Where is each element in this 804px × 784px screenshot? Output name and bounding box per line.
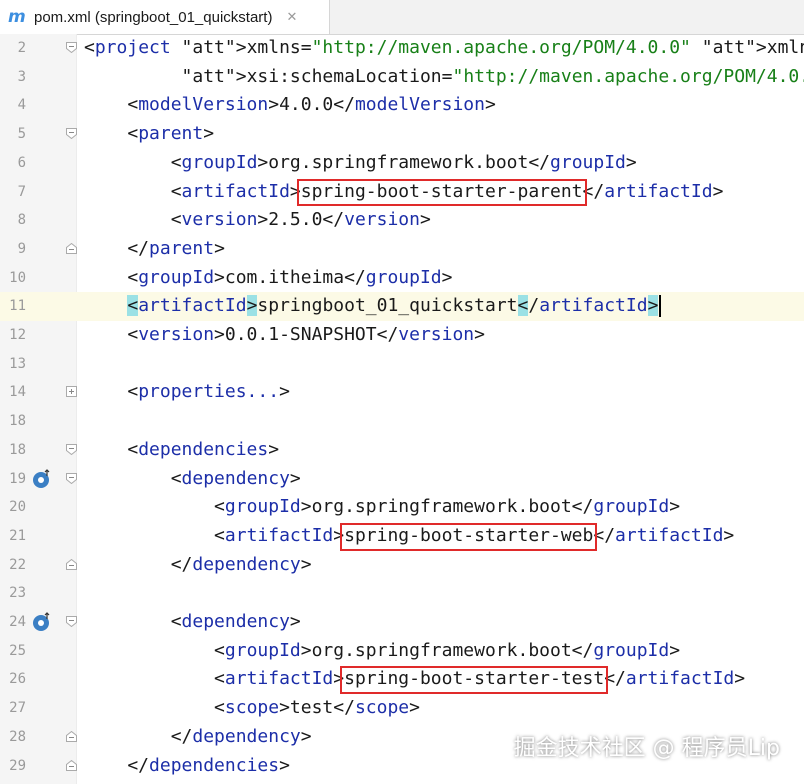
code-line[interactable]: 25 <groupId>org.springframework.boot</gr… xyxy=(0,637,804,666)
code-text: <project "att">xmlns="http://maven.apach… xyxy=(84,37,804,58)
line-number: 8 xyxy=(17,212,26,229)
line-number: 19 xyxy=(9,470,26,487)
code-text: <parent> xyxy=(84,123,215,145)
code-line[interactable]: 19 <dependency> xyxy=(0,465,804,494)
line-number: 25 xyxy=(9,642,26,659)
line-number: 3 xyxy=(17,68,26,85)
fold-icon[interactable] xyxy=(66,128,77,140)
code-text: <artifactId>spring-boot-starter-test</ar… xyxy=(84,668,746,690)
line-number: 26 xyxy=(9,671,26,688)
close-icon[interactable]: ✕ xyxy=(286,10,297,25)
code-line[interactable]: 27 <scope>test</scope> xyxy=(0,694,804,723)
code-line[interactable]: 7 <artifactId>spring-boot-starter-parent… xyxy=(0,178,804,207)
code-text: <dependency> xyxy=(84,611,301,632)
code-line[interactable]: 12 <version>0.0.1-SNAPSHOT</version> xyxy=(0,321,804,350)
line-number: 18 xyxy=(9,441,26,458)
line-number: 14 xyxy=(9,384,26,401)
code-line[interactable]: 6 <groupId>org.springframework.boot</gro… xyxy=(0,149,804,178)
line-number: 13 xyxy=(9,355,26,372)
code-text: <artifactId>spring-boot-starter-parent</… xyxy=(84,180,724,202)
fold-icon[interactable] xyxy=(66,558,77,570)
code-line[interactable]: 21 <artifactId>spring-boot-starter-web</… xyxy=(0,522,804,551)
code-line[interactable]: 13 xyxy=(0,350,804,379)
code-text: <groupId>org.springframework.boot</group… xyxy=(84,151,637,173)
code-editor[interactable]: 2 <project "att">xmlns="http://maven.apac… xyxy=(0,34,804,784)
line-number: 28 xyxy=(9,728,26,745)
line-number: 2 xyxy=(17,40,26,56)
line-number: 18 xyxy=(9,413,26,430)
line-number: 29 xyxy=(9,757,26,774)
code-line[interactable]: 8 <version>2.5.0</version> xyxy=(0,206,804,235)
code-text: <dependencies> xyxy=(84,438,280,460)
code-line[interactable]: 4 <modelVersion>4.0.0</modelVersion> xyxy=(0,91,804,120)
fold-icon[interactable] xyxy=(66,759,77,771)
line-number: 11 xyxy=(9,298,26,315)
code-text: <groupId>org.springframework.boot</group… xyxy=(84,639,681,661)
line-number: 6 xyxy=(17,154,26,171)
code-text: </dependency> xyxy=(84,553,312,575)
line-number: 10 xyxy=(9,269,26,286)
line-number: 23 xyxy=(9,585,26,602)
fold-icon[interactable] xyxy=(66,386,77,398)
code-line[interactable]: 14 <properties...> xyxy=(0,378,804,407)
code-line[interactable]: 10 <groupId>com.itheima</groupId> xyxy=(0,264,804,293)
code-text: <scope>test</scope> xyxy=(84,697,420,719)
maven-dependency-icon[interactable] xyxy=(32,468,52,489)
line-number: 20 xyxy=(9,499,26,516)
code-line[interactable]: 26 <artifactId>spring-boot-starter-test<… xyxy=(0,665,804,694)
code-line[interactable]: 20 <groupId>org.springframework.boot</gr… xyxy=(0,493,804,522)
line-number: 7 xyxy=(17,183,26,200)
code-line[interactable]: 2 <project "att">xmlns="http://maven.apac… xyxy=(0,34,804,63)
code-text: </dependencies> xyxy=(84,754,290,776)
fold-icon[interactable] xyxy=(66,242,77,254)
line-number: 22 xyxy=(9,556,26,573)
code-line[interactable]: 11 <artifactId>springboot_01_quickstart<… xyxy=(0,292,804,321)
line-number: 12 xyxy=(9,327,26,343)
code-text: <version>0.0.1-SNAPSHOT</version> xyxy=(84,324,485,345)
code-line[interactable]: 3 "att">xsi:schemaLocation="http://maven… xyxy=(0,63,804,92)
code-line[interactable]: 23 xyxy=(0,579,804,608)
code-text: <modelVersion>4.0.0</modelVersion> xyxy=(84,94,496,116)
code-text: <properties...> xyxy=(84,381,290,403)
code-text: "att">xsi:schemaLocation="http://maven.a… xyxy=(181,65,804,87)
tab-label: pom.xml (springboot_01_quickstart) xyxy=(34,8,273,26)
code-line[interactable]: 22 </dependency> xyxy=(0,551,804,580)
code-line[interactable]: 5 <parent> xyxy=(0,120,804,149)
code-text: <artifactId>spring-boot-starter-web</art… xyxy=(84,524,735,546)
fold-icon[interactable] xyxy=(66,616,77,627)
editor-tab-bar: m pom.xml (springboot_01_quickstart) ✕ xyxy=(0,0,804,35)
code-line[interactable]: 18 xyxy=(0,407,804,436)
maven-m-icon: m xyxy=(8,7,26,27)
code-text: <groupId>com.itheima</groupId> xyxy=(84,266,453,288)
line-number: 9 xyxy=(17,240,26,257)
watermark: 掘金技术社区 @ 程序员Lip xyxy=(513,736,780,761)
code-text: <groupId>org.springframework.boot</group… xyxy=(84,496,681,518)
line-number: 4 xyxy=(17,97,26,114)
line-number: 27 xyxy=(9,700,26,717)
line-number: 24 xyxy=(9,614,26,630)
code-text: <version>2.5.0</version> xyxy=(84,209,431,231)
text-caret xyxy=(658,295,661,318)
code-text: </dependency> xyxy=(84,725,312,747)
fold-icon[interactable] xyxy=(66,42,77,53)
fold-icon[interactable] xyxy=(66,443,77,455)
fold-icon[interactable] xyxy=(66,730,77,742)
fold-icon[interactable] xyxy=(66,472,77,484)
code-line[interactable]: 9 </parent> xyxy=(0,235,804,264)
code-text: <dependency> xyxy=(84,467,301,489)
tab-pom-xml[interactable]: m pom.xml (springboot_01_quickstart) ✕ xyxy=(0,0,330,34)
code-text: <artifactId>springboot_01_quickstart</ar… xyxy=(127,295,659,317)
maven-dependency-icon[interactable] xyxy=(32,612,52,632)
line-number: 21 xyxy=(9,527,26,544)
code-line[interactable]: 24 <dependency> xyxy=(0,608,804,637)
line-number: 5 xyxy=(17,126,26,143)
code-text: </parent> xyxy=(84,237,225,259)
code-line[interactable]: 18 <dependencies> xyxy=(0,436,804,465)
